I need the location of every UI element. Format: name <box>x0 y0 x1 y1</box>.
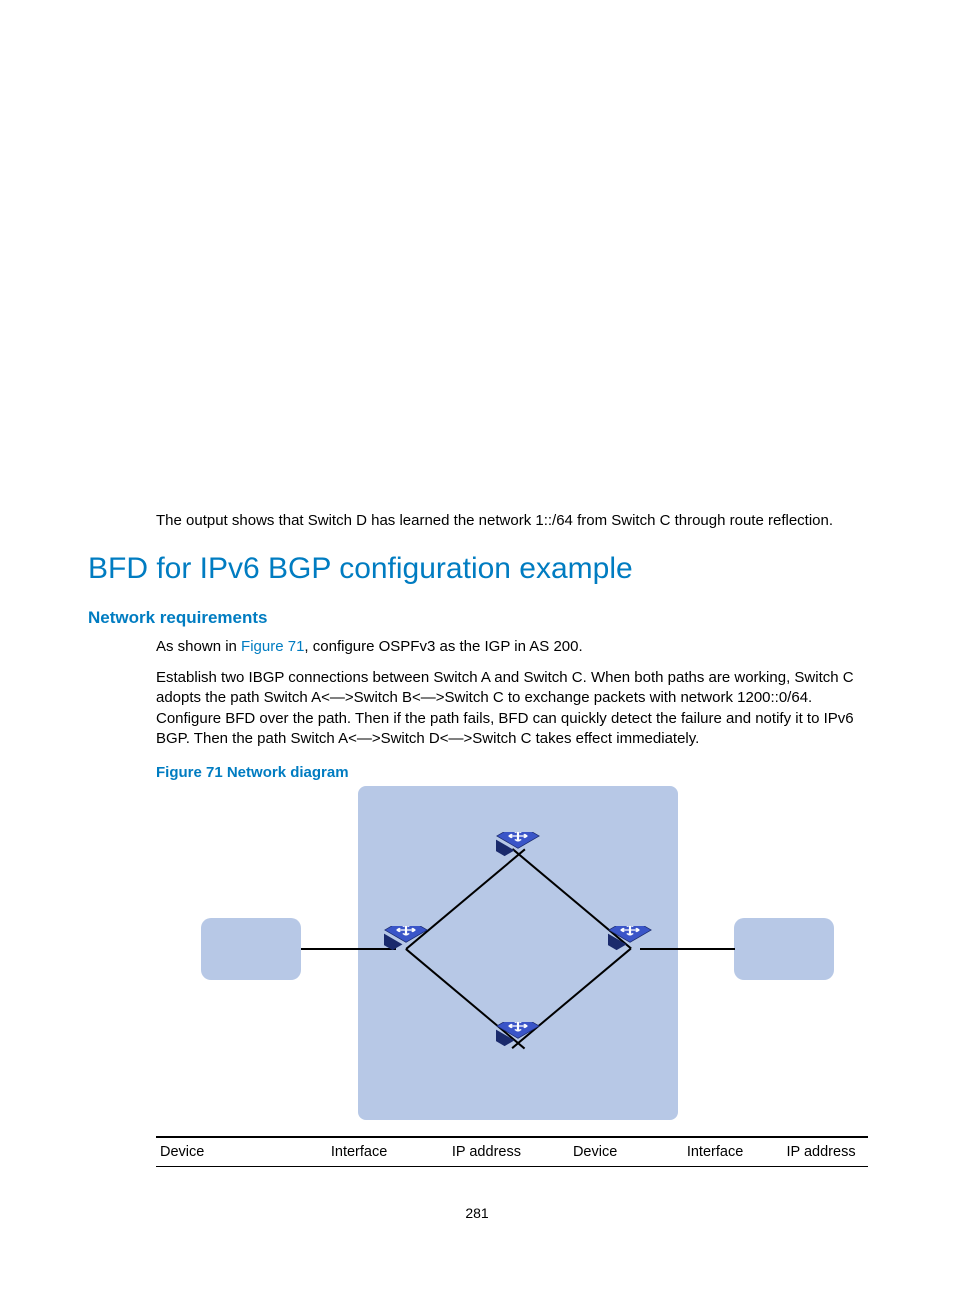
figure-link[interactable]: Figure 71 <box>241 638 304 655</box>
col-device-1: Device <box>156 1137 327 1167</box>
switch-b-icon <box>496 832 540 876</box>
link-line-right <box>640 948 735 950</box>
col-ip-1: IP address <box>448 1137 569 1167</box>
switch-d-icon <box>496 1022 540 1066</box>
right-network-box <box>734 918 834 980</box>
intro-text: The output shows that Switch D has learn… <box>156 512 833 529</box>
heading-1: BFD for IPv6 BGP configuration example <box>88 552 633 586</box>
table-header-row: Device Interface IP address Device Inter… <box>156 1137 868 1167</box>
figure-caption: Figure 71 Network diagram <box>156 764 349 781</box>
network-diagram <box>156 786 868 1126</box>
col-interface-2: Interface <box>683 1137 783 1167</box>
col-device-2: Device <box>569 1137 683 1167</box>
page-number: 281 <box>0 1205 954 1221</box>
link-line-left <box>301 948 396 950</box>
para1-suffix: , configure OSPFv3 as the IGP in AS 200. <box>304 638 582 655</box>
device-table: Device Interface IP address Device Inter… <box>156 1136 868 1167</box>
paragraph-1: As shown in Figure 71, configure OSPFv3 … <box>156 638 583 655</box>
heading-2: Network requirements <box>88 608 268 628</box>
para1-prefix: As shown in <box>156 638 241 655</box>
paragraph-2: Establish two IBGP connections between S… <box>156 668 868 749</box>
switch-c-icon <box>608 926 652 970</box>
switch-a-icon <box>384 926 428 970</box>
col-ip-2: IP address <box>783 1137 868 1167</box>
col-interface-1: Interface <box>327 1137 448 1167</box>
left-network-box <box>201 918 301 980</box>
